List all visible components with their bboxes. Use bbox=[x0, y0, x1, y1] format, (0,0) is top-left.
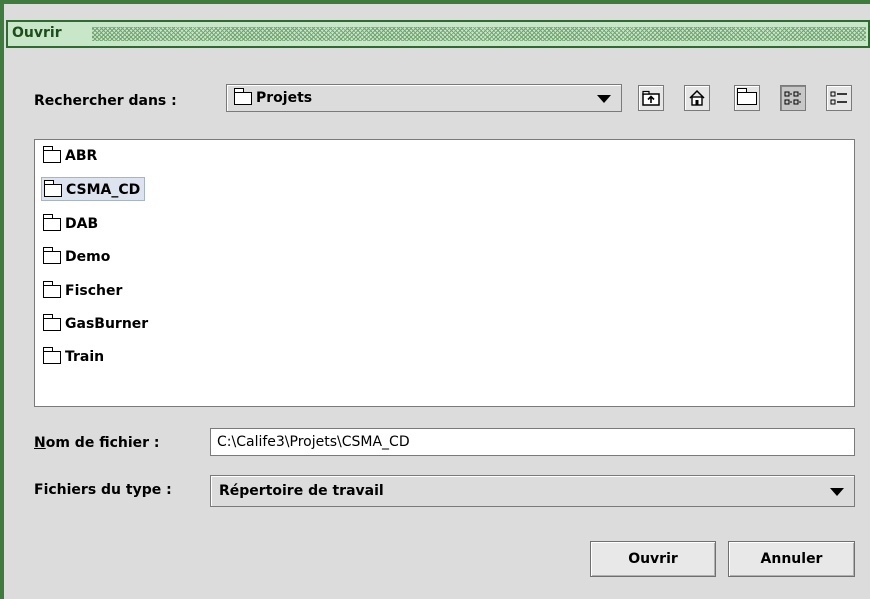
up-folder-icon bbox=[642, 90, 660, 106]
home-icon bbox=[689, 89, 705, 106]
file-name: CSMA_CD bbox=[66, 182, 141, 198]
file-name: Demo bbox=[65, 249, 111, 265]
title-bar-grip bbox=[92, 27, 866, 41]
filename-label-text: om de fichier : bbox=[45, 435, 160, 451]
folder-icon bbox=[42, 280, 61, 298]
title-bar[interactable]: Ouvrir bbox=[6, 20, 870, 48]
list-item[interactable]: GasBurner bbox=[41, 312, 152, 336]
list-item[interactable]: Fischer bbox=[41, 279, 126, 303]
chevron-down-icon[interactable] bbox=[597, 95, 611, 103]
home-button[interactable] bbox=[684, 85, 710, 111]
folder-icon bbox=[42, 213, 61, 231]
look-in-value: Projets bbox=[256, 90, 313, 106]
filetype-label: Fichiers du type : bbox=[34, 482, 172, 498]
file-list[interactable]: ABR CSMA_CD DAB Demo Fischer GasBurner T… bbox=[34, 139, 855, 407]
filetype-value: Répertoire de travail bbox=[219, 483, 384, 499]
folder-icon bbox=[233, 87, 252, 105]
filename-input[interactable] bbox=[211, 429, 854, 455]
open-button[interactable]: Ouvrir bbox=[590, 541, 716, 577]
folder-icon bbox=[43, 179, 62, 197]
file-name: Train bbox=[65, 349, 105, 365]
up-one-level-button[interactable] bbox=[638, 85, 664, 111]
list-item[interactable]: Train bbox=[41, 345, 108, 369]
look-in-combo[interactable]: Projets bbox=[226, 84, 622, 112]
list-item[interactable]: DAB bbox=[41, 212, 102, 236]
cancel-button[interactable]: Annuler bbox=[728, 541, 855, 577]
file-name: Fischer bbox=[65, 283, 123, 299]
dialog-title: Ouvrir bbox=[12, 25, 68, 41]
file-name: ABR bbox=[65, 148, 98, 164]
folder-icon bbox=[42, 313, 61, 331]
list-view-button[interactable] bbox=[780, 85, 806, 111]
chevron-down-icon[interactable] bbox=[830, 488, 844, 496]
list-item[interactable]: CSMA_CD bbox=[41, 177, 146, 201]
file-name: GasBurner bbox=[65, 316, 149, 332]
filename-label: Nom de fichier : bbox=[34, 435, 160, 451]
filename-field[interactable] bbox=[210, 428, 855, 456]
folder-icon bbox=[42, 246, 61, 264]
filetype-combo[interactable]: Répertoire de travail bbox=[210, 475, 855, 507]
folder-icon bbox=[42, 145, 61, 163]
look-in-combo-value-wrap: Projets bbox=[233, 87, 313, 106]
file-name: DAB bbox=[65, 216, 99, 232]
list-view-icon bbox=[784, 91, 801, 105]
new-folder-button[interactable] bbox=[734, 85, 760, 111]
folder-icon bbox=[42, 346, 61, 364]
filename-label-mnemonic: N bbox=[34, 435, 46, 451]
details-view-icon bbox=[830, 91, 847, 105]
details-view-button[interactable] bbox=[826, 85, 852, 111]
list-item[interactable]: Demo bbox=[41, 245, 114, 269]
list-item[interactable]: ABR bbox=[41, 144, 101, 168]
new-folder-icon bbox=[736, 87, 757, 105]
look-in-label: Rechercher dans : bbox=[34, 93, 177, 109]
